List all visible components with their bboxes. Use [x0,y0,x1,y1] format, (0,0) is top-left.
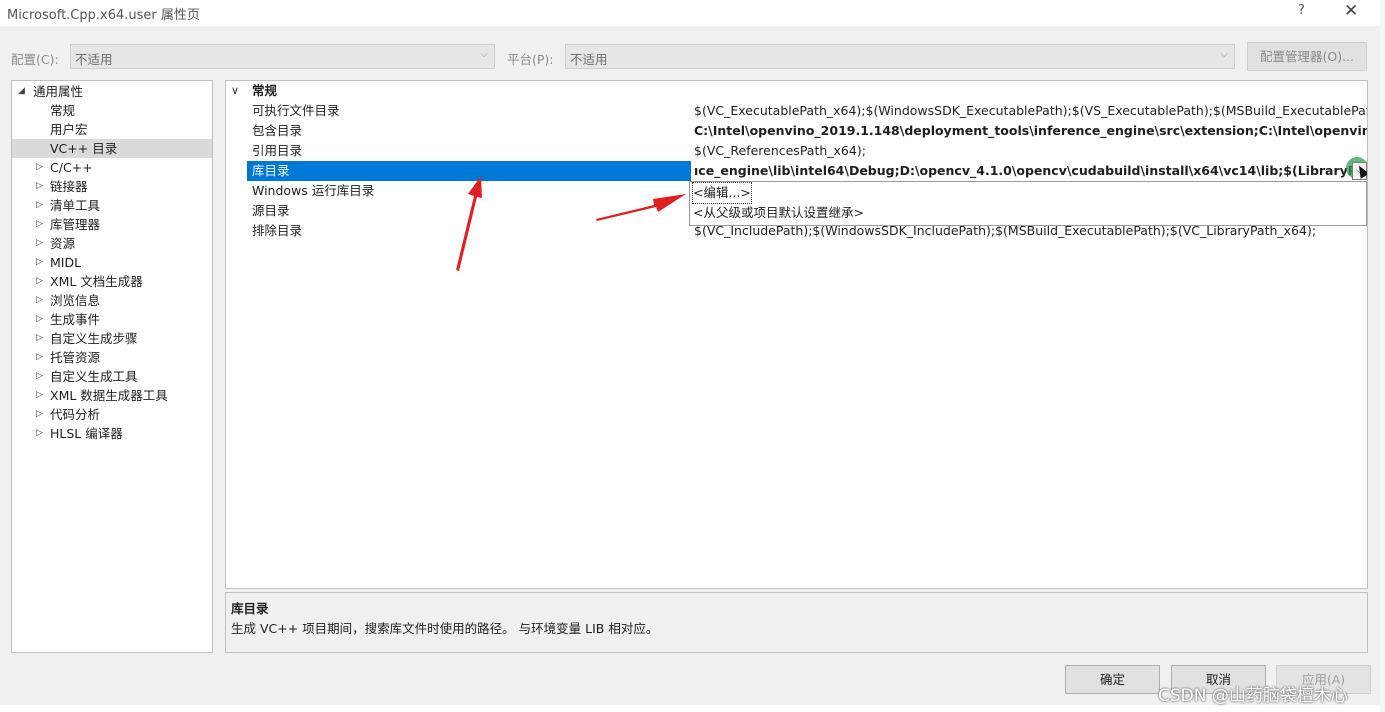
expand-arrow-icon[interactable]: ▷ [36,177,43,196]
expand-arrow-icon[interactable]: ▷ [36,329,43,348]
expand-arrow-icon[interactable]: ▷ [36,424,43,443]
expand-arrow-icon[interactable]: ▷ [36,367,43,386]
platform-label: 平台(P): [507,52,554,67]
tree-item[interactable]: ▷ 托管资源 [12,348,212,367]
expand-arrow-icon[interactable]: ▷ [36,386,43,405]
category-label: 常规 [252,83,278,98]
platform-combo[interactable]: 不适用 ⌵ [565,44,1235,69]
tree-item[interactable]: ▷ HLSL 编译器 [12,424,212,443]
value-dropdown-list[interactable]: <编辑...> <从父级或项目默认设置继承> [689,181,1367,226]
tree-item[interactable]: ▷ 代码分析 [12,405,212,424]
tree-item[interactable]: ▷ XML 数据生成器工具 [12,386,212,405]
chevron-down-icon: ⌵ [480,49,488,60]
expand-arrow-icon[interactable]: ▷ [36,405,43,424]
expand-arrow-icon[interactable]: ▷ [36,215,43,234]
tree-item-label: 代码分析 [50,407,101,422]
expand-arrow-icon[interactable]: ▷ [36,272,43,291]
ok-button[interactable]: 确定 [1065,665,1160,694]
property-row[interactable]: 可执行文件目录 $(VC_ExecutablePath_x64);$(Window… [226,101,1367,121]
property-value[interactable]: $(VC_ReferencesPath_x64); [694,141,1367,161]
expand-arrow-icon[interactable]: ▷ [36,291,43,310]
tree-item-label: 用户宏 [50,122,88,137]
config-value: 不适用 [75,52,113,67]
dropdown-item-edit[interactable]: <编辑...> [692,182,752,204]
tree-item[interactable]: ▷ XML 文档生成器 [12,272,212,291]
property-pages-dialog: Microsoft.Cpp.x64.user 属性页 ? ✕ 配置(C): 不适… [0,0,1380,705]
tree-item[interactable]: 常规 [12,101,212,120]
expand-arrow-icon[interactable]: ▷ [36,253,43,272]
tree-item[interactable]: ▷ 生成事件 [12,310,212,329]
tree-item-label: XML 数据生成器工具 [50,388,168,403]
tree-item-label: 清单工具 [50,198,101,213]
tree-item[interactable]: ▷ 自定义生成工具 [12,367,212,386]
category-row[interactable]: ∨ 常规 [226,81,1367,101]
tree-item-label: MIDL [50,255,82,270]
property-name: 排除目录 [252,223,303,238]
expand-arrow-icon[interactable]: ▷ [36,310,43,329]
property-row[interactable]: 引用目录 $(VC_ReferencesPath_x64); [226,141,1367,161]
property-row[interactable]: 库目录 ıce_engine\lib\intel64\Debug;D:\openc… [226,161,1367,181]
tree-item[interactable]: ▷ 库管理器 [12,215,212,234]
property-tree[interactable]: ◢ 通用属性 常规 用户宏 VC++ 目录 ▷ C/C++ ▷ 链接器 ▷ 清单工具 ▷ 库管理器 ▷… [11,80,213,653]
tree-item-label: 托管资源 [50,350,101,365]
tree-item[interactable]: ▷ 资源 [12,234,212,253]
property-name: 引用目录 [252,143,303,158]
tree-item-label: 库管理器 [50,217,101,232]
property-grid[interactable]: ∨ 常规 可执行文件目录 $(VC_ExecutablePath_x64);$(W… [225,80,1368,589]
property-name: 包含目录 [252,123,303,138]
window-title: Microsoft.Cpp.x64.user 属性页 [7,8,200,23]
tree-item[interactable]: VC++ 目录 [12,139,212,158]
property-name: 源目录 [252,203,290,218]
tree-item-label: 常规 [50,103,76,118]
description-panel: 库目录 生成 VC++ 项目期间，搜索库文件时使用的路径。 与环境变量 LIB … [225,592,1368,653]
property-row[interactable]: 包含目录 C:\Intel\openvino_2019.1.148\deploym… [226,121,1367,141]
tree-item-label: HLSL 编译器 [50,426,123,441]
tree-item-label: XML 文档生成器 [50,274,143,289]
config-manager-button[interactable]: 配置管理器(O)... [1247,42,1367,71]
description-text: 生成 VC++ 项目期间，搜索库文件时使用的路径。 与环境变量 LIB 相对应。 [231,621,659,636]
chevron-down-icon: ∨ [231,84,240,97]
expand-arrow-icon[interactable]: ▷ [36,196,43,215]
tree-item-label: 链接器 [50,179,88,194]
platform-value: 不适用 [570,52,608,67]
description-title: 库目录 [231,601,269,616]
tree-root-label: 通用属性 [33,84,84,99]
background-window-edge [1380,0,1385,712]
tree-item[interactable]: ▷ 浏览信息 [12,291,212,310]
tree-item-label: 资源 [50,236,76,251]
tree-item-label: VC++ 目录 [50,141,118,156]
tree-item[interactable]: ▷ 链接器 [12,177,212,196]
dropdown-item-inherit[interactable]: <从父级或项目默认设置继承> [693,203,864,223]
tree-item[interactable]: ▷ MIDL [12,253,212,272]
title-bar: Microsoft.Cpp.x64.user 属性页 ? ✕ [0,0,1380,26]
tree-item-label: 生成事件 [50,312,101,327]
tree-item[interactable]: ▷ 自定义生成步骤 [12,329,212,348]
expand-arrow-icon[interactable]: ▷ [36,348,43,367]
tree-item[interactable]: ▷ C/C++ [12,158,212,177]
tree-item-label: C/C++ [50,160,93,175]
help-button[interactable]: ? [1298,3,1305,18]
expanded-arrow-icon: ◢ [18,86,25,96]
config-label: 配置(C): [11,52,59,67]
property-name: 可执行文件目录 [252,103,340,118]
expand-arrow-icon[interactable]: ▷ [36,158,43,177]
tree-item[interactable]: ▷ 清单工具 [12,196,212,215]
property-value[interactable]: ıce_engine\lib\intel64\Debug;D:\opencv_4… [694,161,1367,181]
property-name: Windows 运行库目录 [252,183,375,198]
property-value[interactable]: C:\Intel\openvino_2019.1.148\deployment_… [694,121,1367,141]
tree-item-label: 浏览信息 [50,293,101,308]
config-combo[interactable]: 不适用 ⌵ [70,44,495,69]
watermark: CSDN @山药脑袋檀木心 [1158,686,1348,706]
tree-item-label: 自定义生成工具 [50,369,138,384]
chevron-down-icon: ⌵ [1220,49,1228,60]
expand-arrow-icon[interactable]: ▷ [36,234,43,253]
tree-item-label: 自定义生成步骤 [50,331,138,346]
tree-item[interactable]: 用户宏 [12,120,212,139]
property-value[interactable]: $(VC_ExecutablePath_x64);$(WindowsSDK_Ex… [694,101,1367,121]
close-button[interactable]: ✕ [1344,1,1358,21]
property-name: 库目录 [247,161,691,181]
tree-root[interactable]: ◢ 通用属性 [12,82,212,101]
